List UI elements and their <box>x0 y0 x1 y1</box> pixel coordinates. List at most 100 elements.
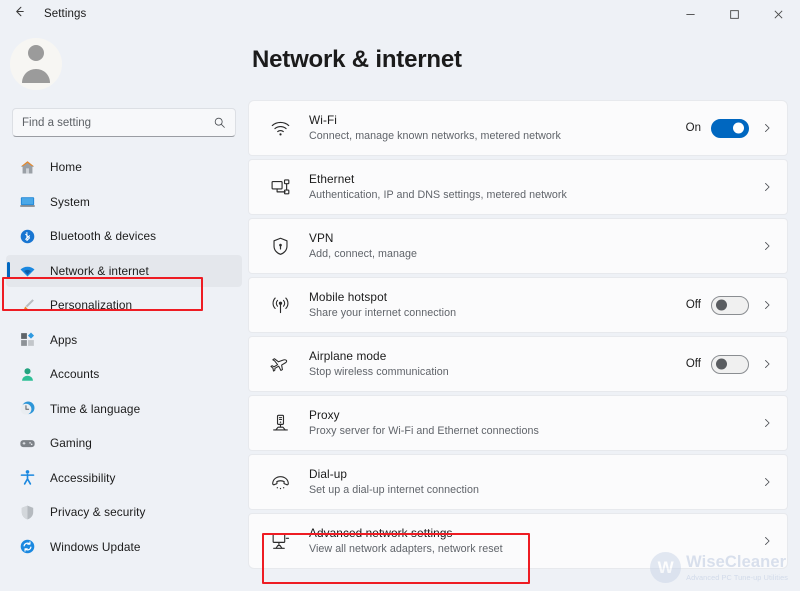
row-controls <box>759 417 773 429</box>
row-text: VPN Add, connect, manage <box>309 231 417 261</box>
minimize-button[interactable] <box>668 0 712 28</box>
sidebar-item-label: Accounts <box>50 367 100 381</box>
row-controls: Off <box>685 354 773 374</box>
airplane-mode-toggle[interactable] <box>711 354 749 374</box>
row-controls <box>759 476 773 488</box>
sidebar-item-label: Gaming <box>50 436 92 450</box>
sidebar-item-accounts[interactable]: Accounts <box>6 358 242 390</box>
row-text: Proxy Proxy server for Wi-Fi and Etherne… <box>309 408 539 438</box>
page-title: Network & internet <box>252 46 462 73</box>
system-icon <box>14 192 40 212</box>
settings-row-dial-up[interactable]: Dial-up Set up a dial-up internet connec… <box>248 454 788 510</box>
row-title: Mobile hotspot <box>309 290 388 304</box>
avatar-container <box>0 34 248 90</box>
chevron-right-icon[interactable] <box>759 476 773 488</box>
clock-icon <box>14 399 40 419</box>
row-controls: On <box>686 118 773 138</box>
row-title: Wi-Fi <box>309 113 338 127</box>
settings-list: Wi-Fi Connect, manage known networks, me… <box>248 100 788 569</box>
user-avatar-icon <box>10 38 62 90</box>
title-bar: Settings <box>0 0 800 28</box>
toggle-state-label: Off <box>685 358 701 370</box>
sidebar-item-label: Accessibility <box>50 470 116 485</box>
back-button[interactable] <box>4 1 34 27</box>
sidebar-item-label: Personalization <box>50 298 133 312</box>
wifi-toggle[interactable] <box>711 118 749 138</box>
row-subtitle: Proxy server for Wi-Fi and Ethernet conn… <box>309 425 539 437</box>
sidebar-item-bluetooth-devices[interactable]: Bluetooth & devices <box>6 220 242 252</box>
shield-icon <box>14 502 40 522</box>
sidebar-item-personalization[interactable]: Personalization <box>6 289 242 321</box>
window-title: Settings <box>44 8 87 20</box>
row-controls <box>759 181 773 193</box>
chevron-right-icon[interactable] <box>759 299 773 311</box>
window-controls <box>668 0 800 28</box>
settings-window: Settings Find a setting Home System Blue… <box>0 0 800 591</box>
row-title: Proxy <box>309 408 340 422</box>
brush-icon <box>14 295 40 315</box>
sidebar-item-network-internet[interactable]: Network & internet <box>6 254 242 287</box>
sidebar-item-accessibility[interactable]: Accessibility <box>6 462 242 494</box>
update-icon <box>14 537 40 557</box>
row-subtitle: Connect, manage known networks, metered … <box>309 130 561 142</box>
settings-row-vpn[interactable]: VPN Add, connect, manage <box>248 218 788 274</box>
maximize-button[interactable] <box>712 0 756 28</box>
search-box[interactable] <box>12 108 236 137</box>
sidebar-item-label: Time & language <box>50 401 141 416</box>
wifi-icon <box>265 118 295 139</box>
ethernet-icon <box>265 177 295 198</box>
accounts-icon <box>14 364 40 384</box>
sidebar-item-time-language[interactable]: Time & language <box>6 393 242 425</box>
sidebar-item-privacy-security[interactable]: Privacy & security <box>6 496 242 528</box>
row-title: Dial-up <box>309 467 348 481</box>
window-body: Home System <box>0 28 800 591</box>
sidebar-item-apps[interactable]: Apps <box>6 324 242 356</box>
sidebar-item-label: Network & internet <box>50 263 149 278</box>
dialup-icon <box>265 472 295 493</box>
sidebar-item-windows-update[interactable]: Windows Update <box>6 531 242 563</box>
gamepad-icon <box>14 433 40 453</box>
row-title: VPN <box>309 231 334 245</box>
row-controls <box>759 240 773 252</box>
settings-row-proxy[interactable]: Proxy Proxy server for Wi-Fi and Etherne… <box>248 395 788 451</box>
sidebar-item-system[interactable]: System <box>6 186 242 218</box>
row-subtitle: Authentication, IP and DNS settings, met… <box>309 189 567 201</box>
watermark-tagline: Advanced PC Tune-up Utilities <box>686 572 788 582</box>
chevron-right-icon[interactable] <box>759 417 773 429</box>
settings-row-mobile-hotspot[interactable]: Mobile hotspot Share your internet conne… <box>248 277 788 333</box>
search-input[interactable] <box>22 116 209 129</box>
settings-row-wifi[interactable]: Wi-Fi Connect, manage known networks, me… <box>248 100 788 156</box>
sidebar-item-label: Privacy & security <box>50 505 146 519</box>
row-subtitle: View all network adapters, network reset <box>309 543 503 555</box>
row-text: Dial-up Set up a dial-up internet connec… <box>309 467 479 497</box>
home-icon <box>14 157 40 177</box>
search-container <box>0 90 248 137</box>
sidebar-item-home[interactable]: Home <box>6 151 242 183</box>
row-title: Airplane mode <box>309 349 387 363</box>
row-controls: Off <box>686 295 773 315</box>
sidebar-item-gaming[interactable]: Gaming <box>6 427 242 459</box>
mobile-hotspot-toggle[interactable] <box>711 295 749 315</box>
hotspot-icon <box>265 295 295 316</box>
sidebar-item-label: Home <box>50 160 82 174</box>
chevron-right-icon[interactable] <box>759 358 773 370</box>
settings-row-advanced-network-settings[interactable]: Advanced network settings View all netwo… <box>248 513 788 569</box>
row-text: Airplane mode Stop wireless communicatio… <box>309 349 449 379</box>
close-button[interactable] <box>756 0 800 28</box>
chevron-right-icon[interactable] <box>759 181 773 193</box>
main-content: Network & internet Wi-Fi Connect, manage… <box>248 28 800 591</box>
sidebar: Home System <box>0 28 248 591</box>
settings-row-ethernet[interactable]: Ethernet Authentication, IP and DNS sett… <box>248 159 788 215</box>
chevron-right-icon[interactable] <box>759 122 773 134</box>
sidebar-item-label: System <box>50 194 90 209</box>
arrow-left-icon <box>12 4 27 24</box>
settings-row-airplane-mode[interactable]: Airplane mode Stop wireless communicatio… <box>248 336 788 392</box>
bluetooth-icon <box>14 226 40 246</box>
accessibility-icon <box>14 468 40 488</box>
wifi-icon <box>14 261 40 281</box>
avatar[interactable] <box>10 38 62 90</box>
chevron-right-icon[interactable] <box>759 240 773 252</box>
row-subtitle: Share your internet connection <box>309 307 457 319</box>
apps-icon <box>14 330 40 350</box>
chevron-right-icon[interactable] <box>759 535 773 547</box>
